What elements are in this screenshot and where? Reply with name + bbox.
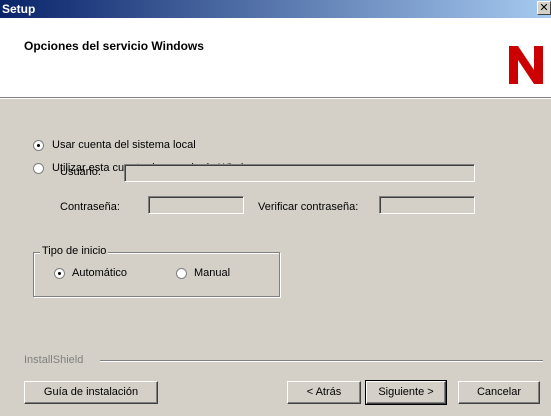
radio-local-account[interactable] bbox=[33, 140, 44, 151]
password-label: Contraseña: bbox=[60, 201, 120, 213]
usuario-field[interactable] bbox=[124, 164, 475, 182]
verify-password-field[interactable] bbox=[379, 196, 475, 214]
installshield-brand: InstallShield bbox=[24, 354, 84, 366]
radio-manual[interactable] bbox=[176, 268, 187, 279]
radio-local-account-label: Usar cuenta del sistema local bbox=[52, 139, 196, 151]
radio-automatic-label: Automático bbox=[72, 267, 128, 279]
radio-automatic[interactable] bbox=[54, 268, 65, 279]
radio-manual-label: Manual bbox=[194, 267, 231, 279]
radio-user-account[interactable] bbox=[33, 163, 44, 174]
next-button[interactable]: Siguiente > bbox=[365, 380, 447, 405]
title-bar: Setup ✕ bbox=[0, 0, 551, 18]
usuario-label: Usuario: bbox=[60, 166, 101, 178]
footer-divider bbox=[100, 361, 543, 362]
divider bbox=[0, 98, 551, 99]
startup-type-group bbox=[33, 252, 280, 297]
back-button[interactable]: < Atrás bbox=[287, 381, 361, 404]
novell-logo bbox=[509, 46, 543, 84]
page-title: Opciones del servicio Windows bbox=[24, 39, 204, 53]
password-field[interactable] bbox=[148, 196, 244, 214]
close-icon: ✕ bbox=[539, 2, 549, 14]
cancel-button[interactable]: Cancelar bbox=[458, 381, 540, 404]
close-button[interactable]: ✕ bbox=[537, 1, 551, 15]
startup-type-legend: Tipo de inicio bbox=[40, 245, 109, 257]
header-panel: Opciones del servicio Windows bbox=[0, 18, 551, 97]
verify-password-label: Verificar contraseña: bbox=[258, 201, 359, 213]
installation-guide-button[interactable]: Guía de instalación bbox=[24, 381, 158, 404]
window-title: Setup bbox=[2, 2, 36, 16]
